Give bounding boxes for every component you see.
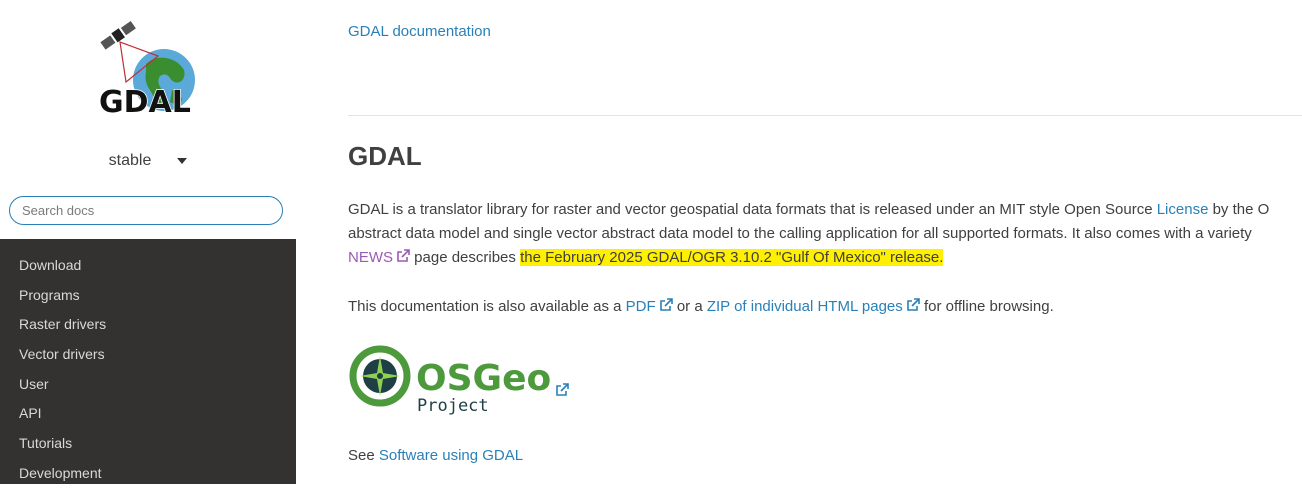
- breadcrumb: GDAL documentation: [348, 22, 491, 42]
- page-title: GDAL: [348, 141, 422, 171]
- sidebar-item-user[interactable]: User: [0, 370, 296, 400]
- zip-link[interactable]: ZIP of individual HTML pages: [707, 298, 920, 315]
- sidebar-header: GDAL stable: [0, 0, 296, 239]
- chevron-down-icon: [177, 157, 188, 164]
- sidebar-item-download[interactable]: Download: [0, 251, 296, 281]
- news-link-label: NEWS: [348, 249, 393, 266]
- docs-availability-paragraph: This documentation is also available as …: [348, 295, 1302, 319]
- main-content: GDAL documentation GDAL GDAL is a transl…: [348, 0, 1302, 484]
- see-text: See: [348, 447, 379, 464]
- external-link-icon: [906, 298, 920, 311]
- p2-text-mid: or a: [672, 298, 707, 315]
- license-link[interactable]: License: [1157, 201, 1209, 218]
- external-link-icon: [397, 249, 410, 262]
- sidebar-item-api[interactable]: API: [0, 399, 296, 429]
- external-link-icon: [659, 298, 673, 311]
- version-selector[interactable]: stable: [0, 149, 296, 173]
- intro-line-2: abstract data model and single vector ab…: [348, 225, 1252, 242]
- intro-text: GDAL is a translator library for raster …: [348, 201, 1157, 218]
- intro-line-3: NEWS page describes the February 2025 GD…: [348, 246, 1302, 270]
- sidebar: GDAL stable Download Programs Raster dri…: [0, 0, 296, 484]
- sidebar-nav: Download Programs Raster drivers Vector …: [0, 251, 296, 489]
- gdal-logo[interactable]: GDAL: [96, 12, 198, 124]
- sidebar-item-vector-drivers[interactable]: Vector drivers: [0, 340, 296, 370]
- p2-text-post: for offline browsing.: [919, 298, 1054, 315]
- search-input[interactable]: [9, 196, 283, 225]
- news-text: page describes: [410, 249, 521, 266]
- breadcrumb-home-link[interactable]: GDAL documentation: [348, 23, 491, 40]
- pdf-link-label: PDF: [625, 298, 656, 315]
- sidebar-item-raster-drivers[interactable]: Raster drivers: [0, 310, 296, 340]
- intro-paragraph: GDAL is a translator library for raster …: [348, 198, 1302, 270]
- external-link-icon[interactable]: [555, 383, 569, 397]
- sidebar-item-development[interactable]: Development: [0, 459, 296, 489]
- divider: [348, 115, 1302, 116]
- news-link[interactable]: NEWS: [348, 249, 410, 266]
- software-using-gdal-link[interactable]: Software using GDAL: [379, 447, 523, 464]
- pdf-link[interactable]: PDF: [626, 298, 673, 315]
- sidebar-item-programs[interactable]: Programs: [0, 281, 296, 311]
- version-label: stable: [108, 152, 152, 169]
- osgeo-logo[interactable]: OSGeo Project: [348, 344, 588, 416]
- intro-tail: by the O: [1208, 201, 1270, 218]
- p2-text-pre: This documentation is also available as …: [348, 298, 626, 315]
- osgeo-logo-sub: Project: [417, 396, 489, 416]
- zip-link-label: ZIP of individual HTML pages: [706, 298, 903, 315]
- see-also-paragraph: See Software using GDAL: [348, 444, 1302, 468]
- osgeo-logo-name: OSGeo: [416, 358, 551, 399]
- sidebar-item-tutorials[interactable]: Tutorials: [0, 429, 296, 459]
- intro-line-1: GDAL is a translator library for raster …: [348, 198, 1302, 222]
- gdal-logo-text: GDAL: [99, 85, 191, 120]
- release-highlight: the February 2025 GDAL/OGR 3.10.2 "Gulf …: [520, 249, 944, 266]
